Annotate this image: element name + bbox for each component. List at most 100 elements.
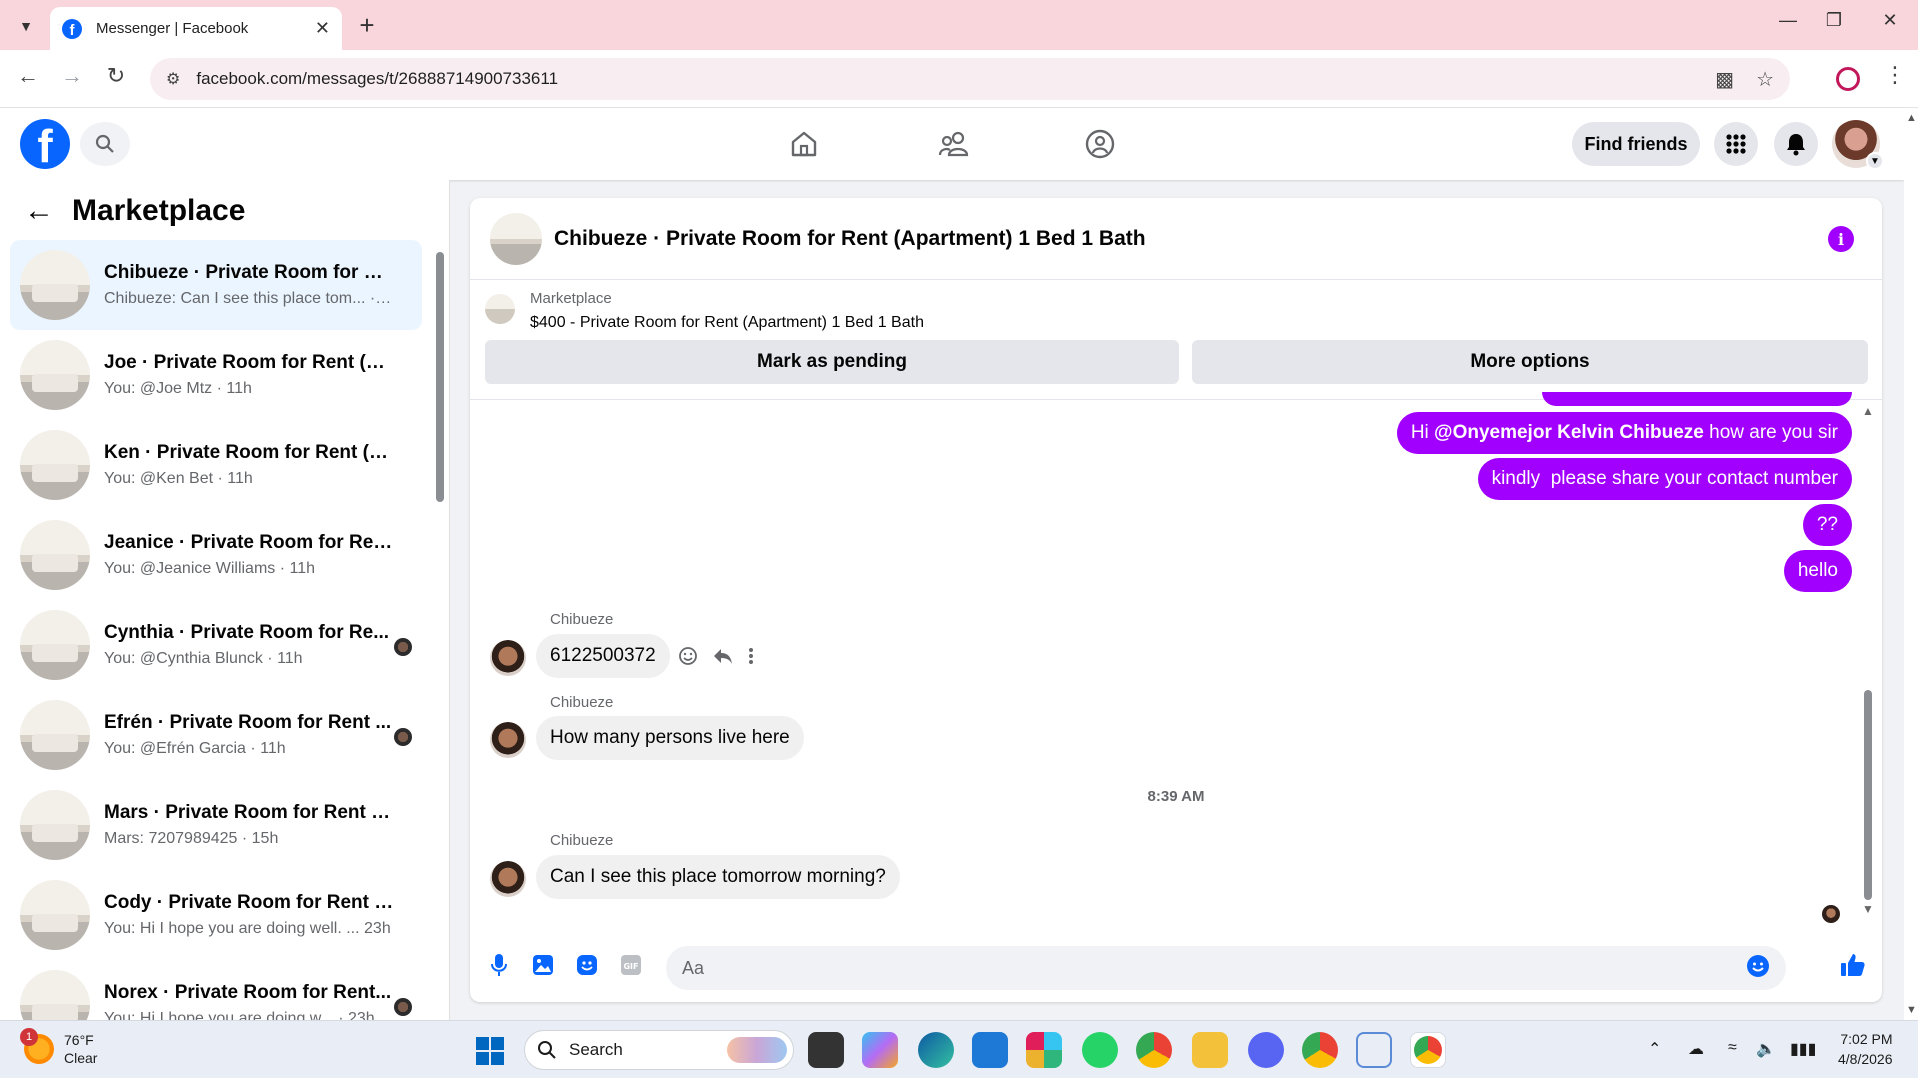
account-avatar[interactable]: ▼ xyxy=(1832,120,1884,170)
reply-icon[interactable] xyxy=(712,646,734,671)
task-view-icon[interactable] xyxy=(808,1032,844,1068)
restore-icon[interactable]: ❐ xyxy=(1814,10,1854,31)
search-icon[interactable] xyxy=(80,122,130,166)
conversation-item[interactable]: Efrén · Private Room for Rent ... You: @… xyxy=(10,690,422,780)
window-close-icon[interactable]: ✕ xyxy=(1870,10,1910,31)
browser-profile-icon[interactable] xyxy=(1836,67,1860,91)
slack-icon[interactable] xyxy=(1026,1032,1062,1068)
minimize-icon[interactable]: — xyxy=(1768,10,1808,31)
facebook-logo-icon[interactable]: f xyxy=(20,119,70,169)
conversation-item[interactable]: Norex · Private Room for Rent... You: Hi… xyxy=(10,960,422,1020)
outgoing-message[interactable]: kindly please share your contact number xyxy=(1477,458,1852,500)
facebook-header: f Find friends ▼ xyxy=(0,108,1904,180)
edge-icon[interactable] xyxy=(918,1032,954,1068)
gif-icon[interactable]: GIF xyxy=(618,952,644,978)
sender-avatar[interactable] xyxy=(490,722,526,758)
chrome-icon[interactable] xyxy=(1136,1032,1172,1068)
mark-as-pending-button[interactable]: Mark as pending xyxy=(485,340,1179,384)
message-text: Can I see this place tomorrow morning? xyxy=(550,866,886,887)
microsoft-365-icon[interactable] xyxy=(862,1032,898,1068)
conversation-item[interactable]: Chibueze · Private Room for Ren... Chibu… xyxy=(10,240,422,330)
photo-icon[interactable] xyxy=(530,952,556,978)
sender-avatar[interactable] xyxy=(490,861,526,897)
tab-search-dropdown[interactable]: ▼ xyxy=(12,12,40,40)
thumbs-up-icon[interactable] xyxy=(1840,952,1866,978)
more-options-button[interactable]: More options xyxy=(1192,340,1868,384)
conversation-item[interactable]: Cynthia · Private Room for Re... You: @C… xyxy=(10,600,422,690)
chrome-active-icon[interactable] xyxy=(1410,1032,1446,1068)
bookmark-star-icon[interactable]: ☆ xyxy=(1756,67,1774,92)
tab-close-icon[interactable]: ✕ xyxy=(315,18,330,39)
browser-tab[interactable]: f Messenger | Facebook ✕ xyxy=(50,7,342,50)
incoming-message[interactable]: Can I see this place tomorrow morning? xyxy=(536,855,900,899)
friends-icon[interactable] xyxy=(934,126,974,162)
conversation-scrollbar[interactable] xyxy=(434,240,444,1010)
wifi-icon[interactable]: ≈ xyxy=(1728,1039,1737,1057)
message-input-box[interactable] xyxy=(666,946,1786,990)
browser-menu-icon[interactable]: ⋮ xyxy=(1884,62,1906,88)
message-text: hello xyxy=(1797,560,1838,581)
taskbar-search[interactable]: Search xyxy=(524,1030,794,1070)
scrollbar-thumb[interactable] xyxy=(436,252,444,502)
chrome-profile-icon[interactable] xyxy=(1302,1032,1338,1068)
incoming-message[interactable]: How many persons live here xyxy=(536,716,804,760)
mention[interactable]: @Onyemejor Kelvin Chibueze xyxy=(1434,422,1704,444)
conversation-item[interactable]: Cody · Private Room for Rent (A... You: … xyxy=(10,870,422,960)
install-app-icon[interactable]: ▩ xyxy=(1715,67,1734,92)
volume-icon[interactable]: 🔈 xyxy=(1756,1039,1776,1059)
store-icon[interactable] xyxy=(972,1032,1008,1068)
url-text[interactable]: facebook.com/messages/t/2688871490073361… xyxy=(196,69,1693,89)
weather-widget[interactable]: 1 76°F Clear xyxy=(20,1028,97,1067)
message-input[interactable] xyxy=(682,957,1746,979)
discord-icon[interactable] xyxy=(1248,1032,1284,1068)
whatsapp-icon[interactable] xyxy=(1082,1032,1118,1068)
chat-header: Chibueze · Private Room for Rent (Apartm… xyxy=(470,198,1882,280)
listing-thumbnail[interactable] xyxy=(485,294,515,324)
groups-icon[interactable] xyxy=(1080,126,1120,162)
forward-icon[interactable]: → xyxy=(56,63,88,89)
show-hidden-icons-icon[interactable]: ⌃ xyxy=(1648,1039,1661,1059)
scrollbar-thumb[interactable] xyxy=(1864,690,1872,900)
scroll-down-icon[interactable]: ▼ xyxy=(1862,902,1874,916)
conversation-item[interactable]: Mars · Private Room for Rent (A... Mars:… xyxy=(10,780,422,870)
omnibox[interactable]: ⚙ facebook.com/messages/t/26888714900733… xyxy=(150,58,1790,100)
outgoing-message[interactable]: Hi @Onyemejor Kelvin Chibueze how are yo… xyxy=(1396,412,1852,454)
chat-scrollbar[interactable]: ▲ ▼ xyxy=(1862,400,1874,920)
conversation-item[interactable]: Jeanice · Private Room for Rent (... You… xyxy=(10,510,422,600)
microphone-icon[interactable] xyxy=(486,952,512,978)
page-scrollbar[interactable]: ▲ ▼ xyxy=(1904,108,1918,1020)
conversation-item[interactable]: Ken · Private Room for Rent (Ap... You: … xyxy=(10,420,422,510)
sender-avatar[interactable] xyxy=(490,640,526,676)
battery-icon[interactable]: ▮▮▮ xyxy=(1790,1039,1816,1059)
system-clock[interactable]: 7:02 PM 4/8/2026 xyxy=(1838,1029,1893,1069)
scroll-up-icon[interactable]: ▲ xyxy=(1906,112,1917,124)
find-friends-button[interactable]: Find friends xyxy=(1572,122,1700,166)
scroll-up-icon[interactable]: ▲ xyxy=(1862,404,1874,418)
info-icon[interactable]: i xyxy=(1828,226,1854,252)
reload-icon[interactable]: ↻ xyxy=(100,63,132,89)
back-icon[interactable]: ← xyxy=(12,63,44,89)
outgoing-message[interactable]: ?? xyxy=(1802,504,1852,546)
listing-thumbnail[interactable] xyxy=(490,212,542,265)
listing-title[interactable]: $400 - Private Room for Rent (Apartment)… xyxy=(530,314,924,332)
onedrive-icon[interactable]: ☁ xyxy=(1688,1039,1704,1059)
more-options-icon[interactable] xyxy=(748,646,754,671)
scroll-down-icon[interactable]: ▼ xyxy=(1906,1004,1917,1016)
search-label: Search xyxy=(569,1040,623,1059)
conversation-item[interactable]: Joe · Private Room for Rent (Ap... You: … xyxy=(10,330,422,420)
snipping-tool-icon[interactable] xyxy=(1356,1032,1392,1068)
windows-start-icon[interactable] xyxy=(476,1037,504,1065)
site-settings-icon[interactable]: ⚙ xyxy=(166,69,180,89)
home-icon[interactable] xyxy=(784,126,824,162)
emoji-icon[interactable] xyxy=(1746,954,1770,983)
notifications-bell-icon[interactable] xyxy=(1774,122,1818,166)
file-explorer-icon[interactable] xyxy=(1192,1032,1228,1068)
outgoing-message[interactable]: hello xyxy=(1783,550,1852,592)
incoming-message[interactable]: 6122500372 xyxy=(536,634,670,678)
react-emoji-icon[interactable] xyxy=(678,646,698,671)
sticker-icon[interactable] xyxy=(574,952,600,978)
back-arrow-icon[interactable]: ← xyxy=(24,194,54,228)
new-tab-button[interactable]: + xyxy=(352,10,382,41)
menu-grid-icon[interactable] xyxy=(1714,122,1758,166)
chat-title[interactable]: Chibueze · Private Room for Rent (Apartm… xyxy=(554,227,1146,251)
